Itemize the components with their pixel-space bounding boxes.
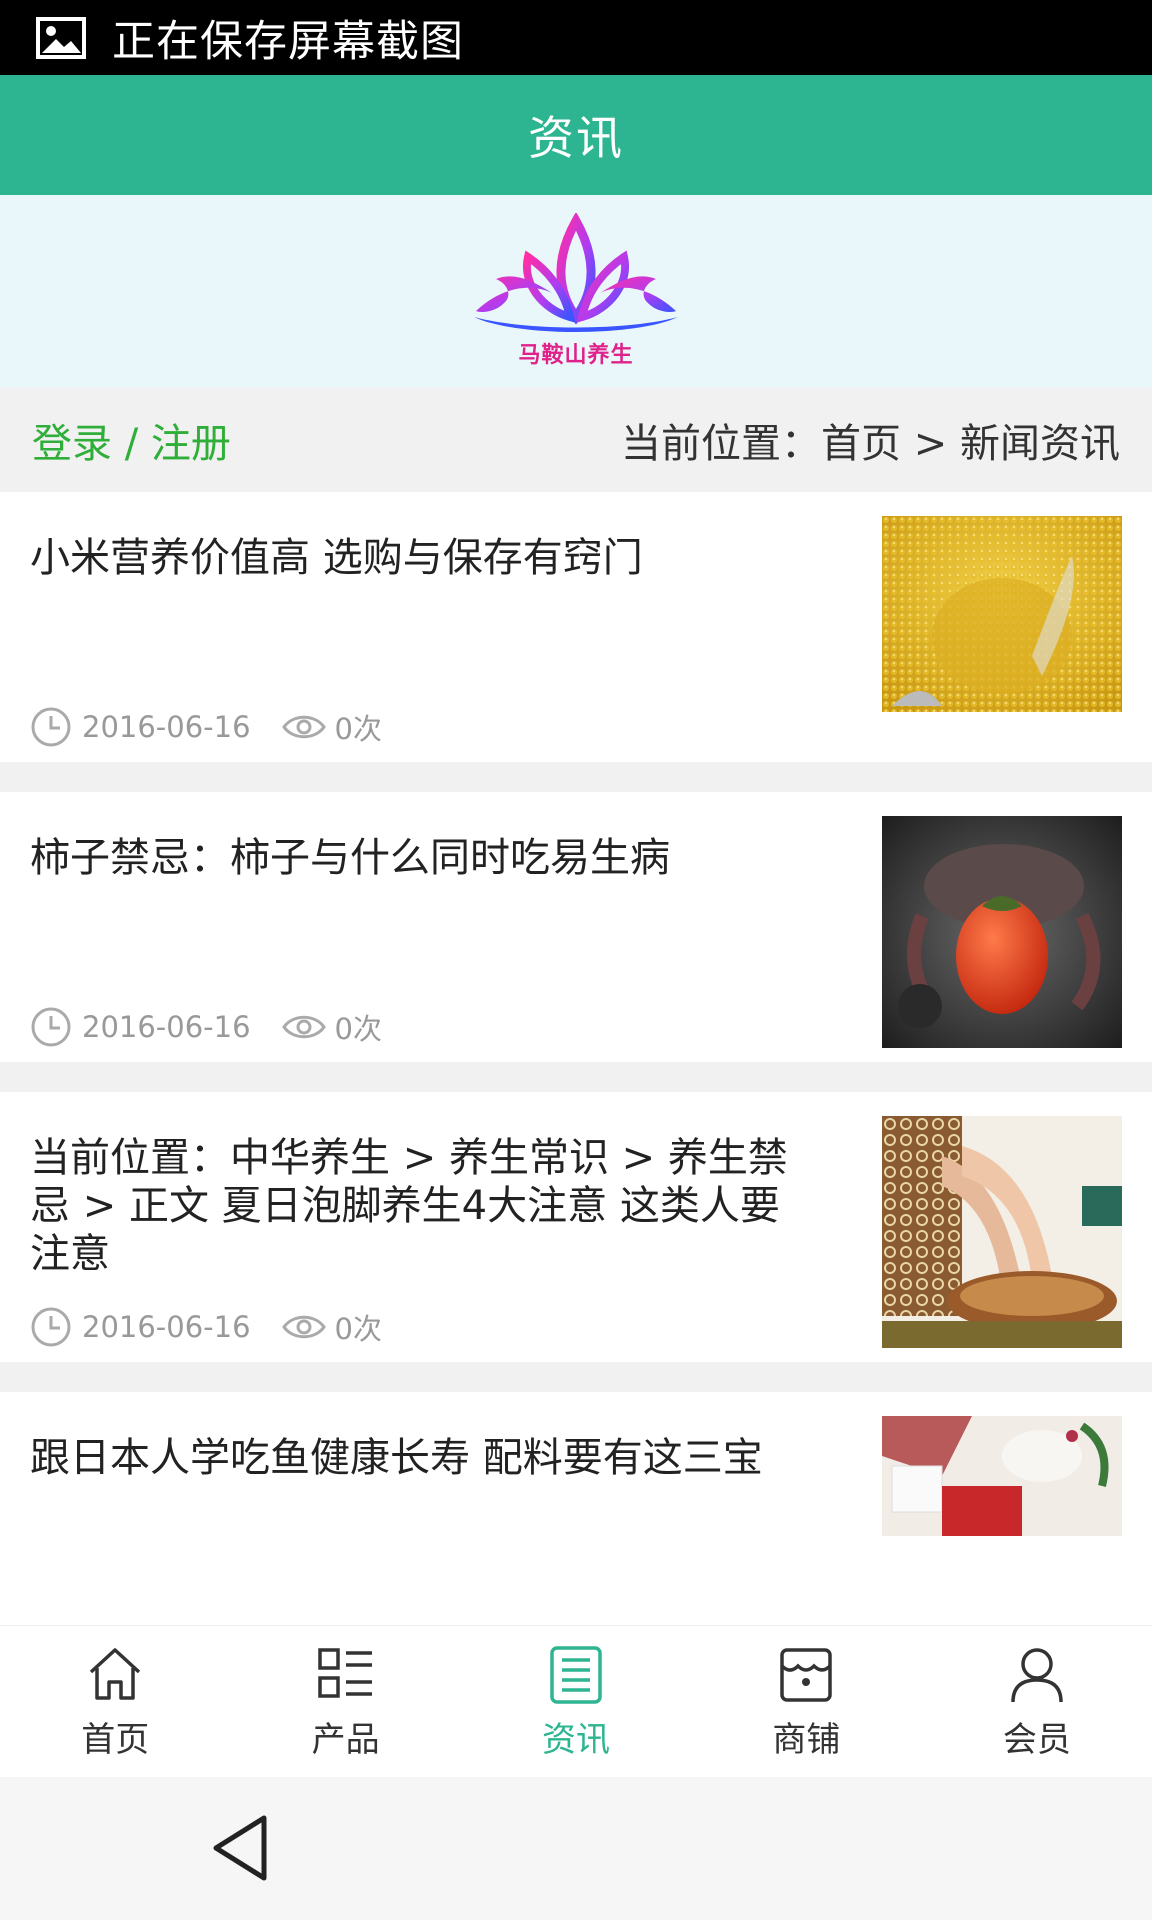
article-item[interactable]: 当前位置：中华养生 > 养生常识 > 养生禁忌 > 正文 夏日泡脚养生4大注意 …: [0, 1092, 1152, 1392]
eye-icon: [281, 1015, 326, 1039]
tab-news[interactable]: 资讯: [461, 1626, 691, 1777]
article-views: 0次: [334, 1012, 382, 1046]
login-separator: /: [112, 420, 151, 467]
article-meta: 2016-06-16 0次: [30, 1006, 382, 1048]
tab-label: 会员: [1002, 1720, 1071, 1760]
register-link[interactable]: 注册: [151, 421, 231, 467]
sashimi-photo[interactable]: [882, 1416, 1122, 1536]
article-meta: 2016-06-16 0次: [30, 1306, 382, 1348]
home-icon: [90, 1648, 141, 1700]
article-date: 2016-06-16: [82, 1310, 251, 1344]
eye-icon: [281, 1315, 326, 1339]
article-title[interactable]: 跟日本人学吃鱼健康长寿 配料要有这三宝: [30, 1434, 790, 1482]
login-link[interactable]: 登录: [32, 421, 112, 467]
article-views: 0次: [334, 712, 382, 746]
tab-label: 首页: [81, 1720, 150, 1760]
article-item[interactable]: 柿子禁忌：柿子与什么同时吃易生病 2016-06-16 0次: [0, 792, 1152, 1092]
tab-label: 产品: [311, 1720, 380, 1760]
news-icon: [550, 1646, 602, 1704]
back-triangle-icon[interactable]: [208, 1812, 272, 1884]
article-title[interactable]: 柿子禁忌：柿子与什么同时吃易生病: [30, 834, 790, 882]
location-bar: 登录 / 注册 当前位置：首页 > 新闻资讯: [0, 387, 1152, 492]
article-meta: 2016-06-16 0次: [30, 706, 382, 748]
article-title[interactable]: 当前位置：中华养生 > 养生常识 > 养生禁忌 > 正文 夏日泡脚养生4大注意 …: [30, 1134, 790, 1278]
clock-icon: [31, 707, 71, 747]
lotus-logo-icon: [474, 213, 678, 332]
bottom-tab-bar: 首页 产品 资讯 商铺 会员: [0, 1625, 1152, 1777]
login-register-links: 登录 / 注册: [32, 411, 231, 469]
tab-products[interactable]: 产品: [230, 1626, 460, 1777]
tab-shop[interactable]: 商铺: [691, 1626, 921, 1777]
article-title[interactable]: 小米营养价值高 选购与保存有窍门: [30, 534, 790, 582]
tab-label: 商铺: [772, 1720, 841, 1760]
shop-icon: [780, 1648, 833, 1702]
status-bar: 正在保存屏幕截图: [0, 0, 1152, 75]
grid-list-icon: [317, 1648, 372, 1698]
millet-photo[interactable]: [882, 516, 1122, 712]
article-date: 2016-06-16: [82, 710, 251, 744]
tab-member[interactable]: 会员: [922, 1626, 1152, 1777]
page-title: 资讯: [528, 111, 624, 165]
article-item[interactable]: 小米营养价值高 选购与保存有窍门 2016-06-16 0次: [0, 492, 1152, 792]
image-icon: [36, 16, 86, 59]
article-list: 小米营养价值高 选购与保存有窍门 2016-06-16 0次 柿子禁忌：柿子与什…: [0, 492, 1152, 1692]
clock-icon: [31, 1307, 71, 1347]
article-views: 0次: [334, 1312, 382, 1346]
clock-icon: [31, 1007, 71, 1047]
system-nav-bar: [0, 1777, 1152, 1920]
app-header: 资讯: [0, 75, 1152, 195]
crab-persimmon-photo[interactable]: [882, 816, 1122, 1048]
article-date: 2016-06-16: [82, 1010, 251, 1044]
eye-icon: [281, 715, 326, 739]
foot-soak-photo[interactable]: [882, 1116, 1122, 1348]
logo-banner: 马鞍山养生: [0, 195, 1152, 387]
breadcrumb: 当前位置：首页 > 新闻资讯: [621, 420, 1120, 467]
status-text: 正在保存屏幕截图: [112, 16, 464, 67]
tab-home[interactable]: 首页: [0, 1626, 230, 1777]
user-icon: [1011, 1648, 1063, 1703]
brand-text: 马鞍山养生: [518, 343, 634, 368]
tab-label: 资讯: [542, 1720, 611, 1760]
